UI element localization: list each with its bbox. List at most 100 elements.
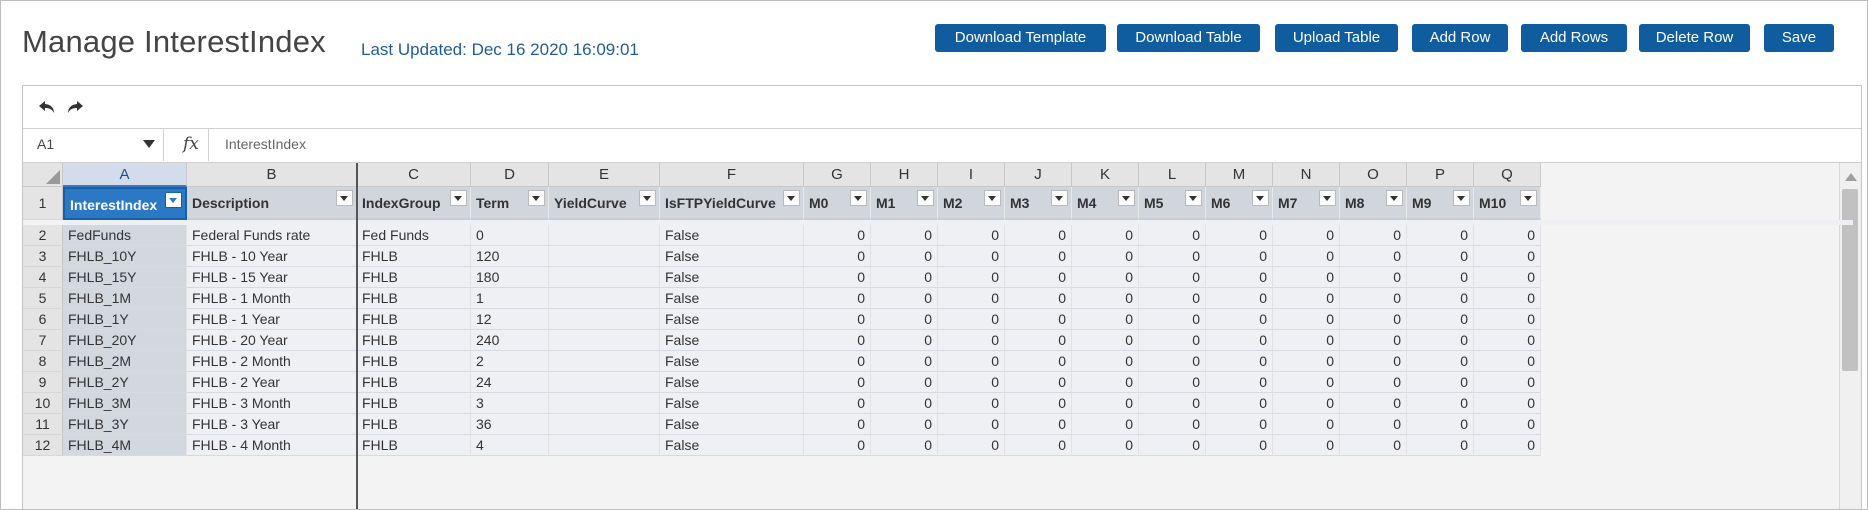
table-cell[interactable]: FHLB_20Y [63, 330, 187, 351]
table-cell[interactable]: 0 [1072, 372, 1139, 393]
table-cell[interactable]: FHLB_10Y [63, 246, 187, 267]
table-cell[interactable]: 0 [1474, 267, 1541, 288]
table-cell[interactable]: 0 [1072, 309, 1139, 330]
table-cell[interactable]: 0 [1139, 393, 1206, 414]
table-cell[interactable]: 0 [1340, 414, 1407, 435]
table-cell[interactable]: 2 [471, 351, 549, 372]
column-header-h[interactable]: H [871, 163, 938, 187]
table-cell[interactable]: 120 [471, 246, 549, 267]
table-cell[interactable]: False [660, 246, 804, 267]
table-cell[interactable]: FHLB_4M [63, 435, 187, 456]
column-header-e[interactable]: E [549, 163, 660, 187]
column-header-f[interactable]: F [660, 163, 804, 187]
table-cell[interactable]: 0 [1340, 288, 1407, 309]
field-header-cell[interactable]: M9 [1407, 187, 1474, 220]
table-cell[interactable]: 0 [1139, 267, 1206, 288]
table-cell[interactable]: FHLB - 10 Year [187, 246, 357, 267]
table-cell[interactable]: 0 [938, 372, 1005, 393]
table-cell[interactable]: 0 [1340, 330, 1407, 351]
table-cell[interactable]: 0 [938, 288, 1005, 309]
table-cell[interactable]: 0 [1407, 393, 1474, 414]
table-cell[interactable]: 0 [1072, 414, 1139, 435]
table-cell[interactable]: FHLB - 1 Year [187, 309, 357, 330]
table-cell[interactable]: 0 [1474, 288, 1541, 309]
table-cell[interactable]: 0 [1005, 414, 1072, 435]
table-cell[interactable]: False [660, 435, 804, 456]
table-cell[interactable]: 0 [871, 372, 938, 393]
table-cell[interactable] [549, 393, 660, 414]
table-cell[interactable]: 12 [471, 309, 549, 330]
table-cell[interactable]: FHLB_2Y [63, 372, 187, 393]
filter-dropdown-icon[interactable] [165, 192, 182, 208]
table-cell[interactable]: 0 [804, 435, 871, 456]
field-header-cell[interactable]: YieldCurve [549, 187, 660, 220]
table-cell[interactable]: 0 [804, 246, 871, 267]
filter-dropdown-icon[interactable] [450, 190, 467, 206]
table-cell[interactable]: False [660, 267, 804, 288]
table-cell[interactable]: 0 [1139, 246, 1206, 267]
filter-dropdown-icon[interactable] [850, 190, 867, 206]
field-header-cell[interactable]: M4 [1072, 187, 1139, 220]
table-cell[interactable]: 0 [1273, 267, 1340, 288]
table-cell[interactable]: 0 [1139, 414, 1206, 435]
table-cell[interactable]: 0 [1206, 330, 1273, 351]
table-cell[interactable]: FHLB_1M [63, 288, 187, 309]
table-cell[interactable]: 0 [1407, 267, 1474, 288]
field-header-cell[interactable]: IndexGroup [357, 187, 471, 220]
table-cell[interactable]: 0 [1206, 309, 1273, 330]
table-cell[interactable]: 0 [938, 435, 1005, 456]
table-cell[interactable]: FHLB - 3 Year [187, 414, 357, 435]
filter-dropdown-icon[interactable] [1520, 190, 1537, 206]
column-header-q[interactable]: Q [1474, 163, 1541, 187]
table-cell[interactable]: 0 [1206, 414, 1273, 435]
column-header-c[interactable]: C [357, 163, 471, 187]
table-cell[interactable]: 0 [1340, 351, 1407, 372]
table-cell[interactable]: 0 [1005, 393, 1072, 414]
table-cell[interactable]: FHLB_3M [63, 393, 187, 414]
scroll-up-icon[interactable] [1845, 173, 1857, 181]
table-cell[interactable]: 0 [1407, 351, 1474, 372]
table-cell[interactable] [549, 309, 660, 330]
field-header-cell[interactable]: M8 [1340, 187, 1407, 220]
table-cell[interactable]: 0 [1273, 435, 1340, 456]
table-cell[interactable]: 0 [1072, 246, 1139, 267]
table-cell[interactable]: 0 [804, 225, 871, 246]
table-cell[interactable]: 0 [1072, 435, 1139, 456]
field-header-cell[interactable]: M5 [1139, 187, 1206, 220]
table-cell[interactable]: FHLB [357, 435, 471, 456]
field-header-cell[interactable]: M0 [804, 187, 871, 220]
table-cell[interactable]: 0 [1005, 372, 1072, 393]
table-cell[interactable]: False [660, 288, 804, 309]
table-cell[interactable]: 0 [871, 330, 938, 351]
column-header-b[interactable]: B [187, 163, 357, 187]
table-cell[interactable]: 0 [1340, 393, 1407, 414]
table-cell[interactable]: FHLB_15Y [63, 267, 187, 288]
cell-name-box[interactable]: A1 [23, 129, 164, 161]
table-cell[interactable]: 0 [1206, 225, 1273, 246]
save-button[interactable]: Save [1764, 24, 1834, 52]
table-cell[interactable]: 0 [871, 309, 938, 330]
table-cell[interactable]: 0 [1474, 372, 1541, 393]
row-header[interactable]: 4 [23, 267, 63, 288]
table-cell[interactable]: 0 [804, 267, 871, 288]
filter-dropdown-icon[interactable] [528, 190, 545, 206]
column-header-k[interactable]: K [1072, 163, 1139, 187]
table-cell[interactable]: 0 [938, 330, 1005, 351]
table-cell[interactable]: 0 [871, 225, 938, 246]
table-cell[interactable]: 0 [1206, 393, 1273, 414]
table-cell[interactable]: 0 [1139, 288, 1206, 309]
column-header-o[interactable]: O [1340, 163, 1407, 187]
table-cell[interactable]: 3 [471, 393, 549, 414]
table-cell[interactable]: 0 [1206, 288, 1273, 309]
table-cell[interactable] [549, 372, 660, 393]
table-cell[interactable]: 0 [1139, 435, 1206, 456]
download-template-button[interactable]: Download Template [935, 24, 1106, 52]
table-cell[interactable]: 0 [1072, 393, 1139, 414]
table-cell[interactable]: 0 [1407, 435, 1474, 456]
filter-dropdown-icon[interactable] [1386, 190, 1403, 206]
table-cell[interactable]: 0 [1474, 351, 1541, 372]
table-cell[interactable]: 0 [1005, 288, 1072, 309]
field-header-cell[interactable]: M10 [1474, 187, 1541, 220]
table-cell[interactable]: False [660, 330, 804, 351]
row-header[interactable]: 3 [23, 246, 63, 267]
